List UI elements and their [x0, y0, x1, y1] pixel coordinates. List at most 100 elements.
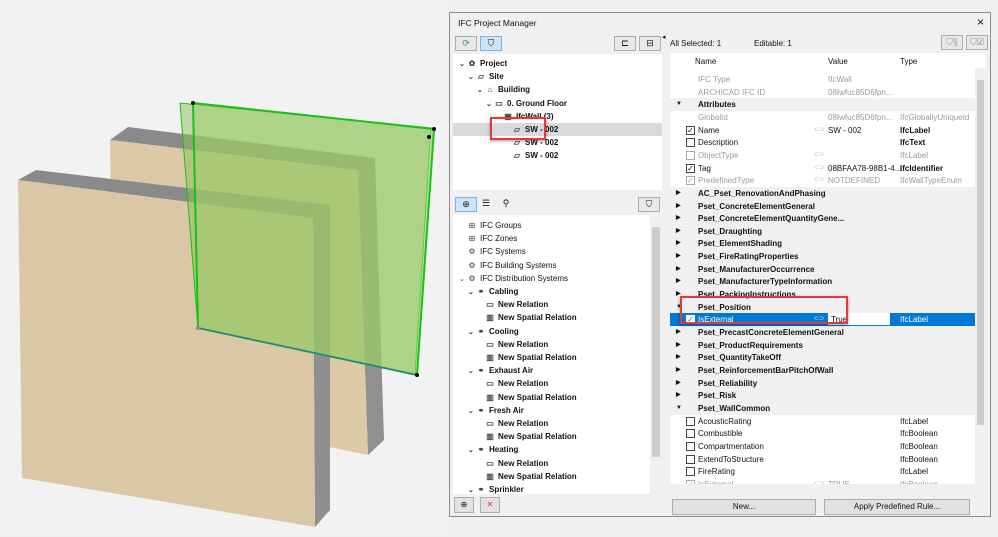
checkbox[interactable]: ✓ — [686, 125, 695, 135]
refresh-button[interactable]: ⟳ — [455, 36, 477, 51]
relations-scrollbar[interactable] — [650, 215, 662, 494]
properties-table[interactable]: Name Value Type IFC Type IfcWall ARCHICAD … — [670, 53, 986, 484]
checkbox[interactable] — [686, 467, 695, 477]
list-item[interactable]: ⌄ ⚭ Fresh Air — [453, 404, 662, 417]
property-row[interactable]: GlobalId 08Iwfuc85D6fpn... IfcGloballyUniq… — [670, 111, 975, 124]
checkbox[interactable]: ✓ — [686, 479, 695, 484]
spatial-tool-button[interactable]: ⊏ — [614, 36, 636, 51]
new-button[interactable]: New... — [672, 499, 816, 515]
add-button[interactable]: ⊕ — [454, 497, 474, 513]
property-row[interactable]: Description IfcText — [670, 136, 975, 149]
search-icon[interactable]: ⚲ — [495, 197, 517, 212]
collapse-arrow-icon[interactable]: ▼ — [676, 98, 682, 111]
property-group[interactable]: ▶ Pset_Draughting — [670, 224, 975, 238]
list-item[interactable]: ⊞ IFC Groups — [453, 219, 662, 232]
expand-arrow-icon[interactable]: ▶ — [676, 250, 681, 263]
properties-scrollbar[interactable] — [975, 68, 986, 484]
property-row[interactable]: ObjectType ⊂⊃ IfcLabel — [670, 149, 975, 162]
list-item[interactable]: ⌄ ⚭ Sprinkler — [453, 483, 662, 494]
list-item[interactable]: ▱ SW - 002 — [453, 136, 662, 149]
checkbox[interactable]: ✓ — [686, 163, 695, 173]
expand-arrow-icon[interactable]: ▶ — [676, 225, 681, 238]
expand-arrow-icon[interactable]: ▶ — [676, 377, 681, 390]
list-item[interactable]: ▭ New Relation — [453, 338, 662, 351]
property-row[interactable]: FireRating IfcLabel — [670, 465, 975, 478]
expand-arrow-icon[interactable]: ▶ — [676, 364, 681, 377]
list-item[interactable]: ⌄ ▱ Site — [453, 70, 662, 83]
checkbox[interactable] — [686, 138, 695, 148]
list-item[interactable]: ⌄ ▭ 0. Ground Floor — [453, 97, 662, 110]
column-header-type[interactable]: Type — [900, 55, 986, 68]
list-item[interactable]: ⌄ ⚭ Exhaust Air — [453, 364, 662, 377]
expand-arrow-icon[interactable]: ▶ — [676, 275, 681, 288]
property-group[interactable]: ▶ Pset_ElementShading — [670, 237, 975, 251]
property-group[interactable]: ▶ Pset_Risk — [670, 389, 975, 403]
filter-view-button[interactable]: ⛉ — [480, 36, 502, 51]
delete-button[interactable]: ✕ — [480, 497, 500, 513]
expand-arrow-icon[interactable]: ▶ — [676, 263, 681, 276]
filter-checked-button[interactable]: ⛉☑ — [966, 35, 988, 50]
checkbox[interactable] — [686, 454, 695, 464]
property-row[interactable]: IFC Type IfcWall — [670, 73, 975, 86]
property-row[interactable]: ✓ Name ⊂⊃ SW - 002 IfcLabel — [670, 124, 975, 137]
expand-arrow-icon[interactable]: ▶ — [676, 187, 681, 200]
apply-predefined-rule-button[interactable]: Apply Predefined Rule... — [824, 499, 970, 515]
property-row[interactable]: ARCHICAD IFC ID 08Iwfuc85D6fpn... — [670, 86, 975, 99]
list-item[interactable]: ▭ New Relation — [453, 298, 662, 311]
property-group[interactable]: ▶ Pset_PrecastConcreteElementGeneral — [670, 326, 975, 339]
spatial-tree[interactable]: ⌄ ✿ Project ⌄ ▱ Site ⌄ ⌂ Building ⌄ ▭ 0. Ground Flo… — [453, 54, 662, 190]
list-item[interactable]: ▱ SW - 002 — [453, 149, 662, 162]
expand-arrow-icon[interactable]: ▶ — [676, 200, 681, 213]
list-item[interactable]: ▥ New Spatial Relation — [453, 351, 662, 364]
property-row[interactable]: AcousticRating IfcLabel — [670, 415, 975, 428]
list-item[interactable]: ▥ New Spatial Relation — [453, 470, 662, 483]
property-group[interactable]: ▶ Pset_ReinforcementBarPitchOfWall — [670, 363, 975, 377]
property-group[interactable]: ▶ Pset_ProductRequirements — [670, 338, 975, 352]
layout-tool-button[interactable]: ⊟ — [639, 36, 661, 51]
list-item[interactable]: ▱ SW - 002 — [453, 123, 662, 136]
property-group[interactable]: ▶ Pset_QuantityTakeOff — [670, 351, 975, 365]
property-group[interactable]: ▶ Pset_ConcreteElementGeneral — [670, 199, 975, 213]
list-item[interactable]: ⌄ ▦ IfcWall (3) — [453, 110, 662, 123]
relations-list[interactable]: ⊞ IFC Groups ⊞ IFC Zones ⚙ IFC Systems ⚙ IFC Bu… — [453, 215, 662, 494]
filter-properties-button[interactable]: ⛉§ — [941, 35, 963, 50]
checkbox[interactable]: ✓ — [686, 176, 695, 186]
list-item[interactable]: ⌄ ✿ Project — [453, 57, 662, 70]
property-group[interactable]: ▶ Pset_ConcreteElementQuantityGene... — [670, 212, 975, 226]
property-row[interactable]: ✓IsExternal ⊂⊃TRUE IfcBoolean — [670, 478, 975, 484]
checkbox[interactable] — [686, 429, 695, 439]
property-group[interactable]: ▶ AC_Pset_RenovationAndPhasing — [670, 186, 975, 200]
close-icon[interactable]: × — [977, 15, 984, 29]
property-row[interactable]: ✓ Tag ⊂⊃ 08BFAA78-98B1-4... IfcIdentifier — [670, 162, 975, 175]
list-item[interactable]: ▭ New Relation — [453, 457, 662, 470]
list-item[interactable]: ⚙ IFC Building Systems — [453, 259, 662, 272]
property-group[interactable]: ▶ Pset_ManufacturerOccurrence — [670, 262, 975, 276]
collapse-arrow-icon[interactable]: ▼ — [676, 402, 682, 415]
expand-arrow-icon[interactable]: ▶ — [676, 339, 681, 352]
checkbox[interactable] — [686, 150, 695, 160]
add-relation-button[interactable]: ⊕ — [455, 197, 477, 212]
list-item[interactable]: ⌄ ⚭ Cabling — [453, 285, 662, 298]
property-group[interactable]: ▶ Pset_Reliability — [670, 376, 975, 390]
expand-arrow-icon[interactable]: ▶ — [676, 326, 681, 339]
list-item[interactable]: ⌄ ⚙ IFC Distribution Systems — [453, 272, 662, 285]
list-item[interactable]: ⌄ ⚭ Heating — [453, 443, 662, 456]
property-row[interactable]: Compartmentation IfcBoolean — [670, 440, 975, 453]
list-item[interactable]: ▥ New Spatial Relation — [453, 391, 662, 404]
expand-arrow-icon[interactable]: ▶ — [676, 212, 681, 225]
list-item[interactable]: ▥ New Spatial Relation — [453, 430, 662, 443]
checkbox[interactable] — [686, 416, 695, 426]
list-item[interactable]: ▥ New Spatial Relation — [453, 311, 662, 324]
property-row[interactable]: Combustible IfcBoolean — [670, 427, 975, 440]
list-item[interactable]: ⌄ ⚭ Cooling — [453, 325, 662, 338]
filter-options-button[interactable]: ⛉ — [638, 197, 660, 212]
property-row[interactable]: ExtendToStructure IfcBoolean — [670, 453, 975, 466]
property-group[interactable]: ▼ Attributes — [670, 98, 975, 112]
property-group[interactable]: ▶ Pset_ManufacturerTypeInformation — [670, 275, 975, 289]
collapse-pane-icon[interactable]: ◂ — [662, 33, 666, 41]
expand-arrow-icon[interactable]: ▶ — [676, 389, 681, 402]
expand-arrow-icon[interactable]: ▶ — [676, 237, 681, 250]
property-row[interactable]: ✓ PredefinedType ⊂⊃ NOTDEFINED IfcWallTypeEn… — [670, 174, 975, 187]
list-item[interactable]: ⌄ ⌂ Building — [453, 83, 662, 96]
list-item[interactable]: ⊞ IFC Zones — [453, 232, 662, 245]
